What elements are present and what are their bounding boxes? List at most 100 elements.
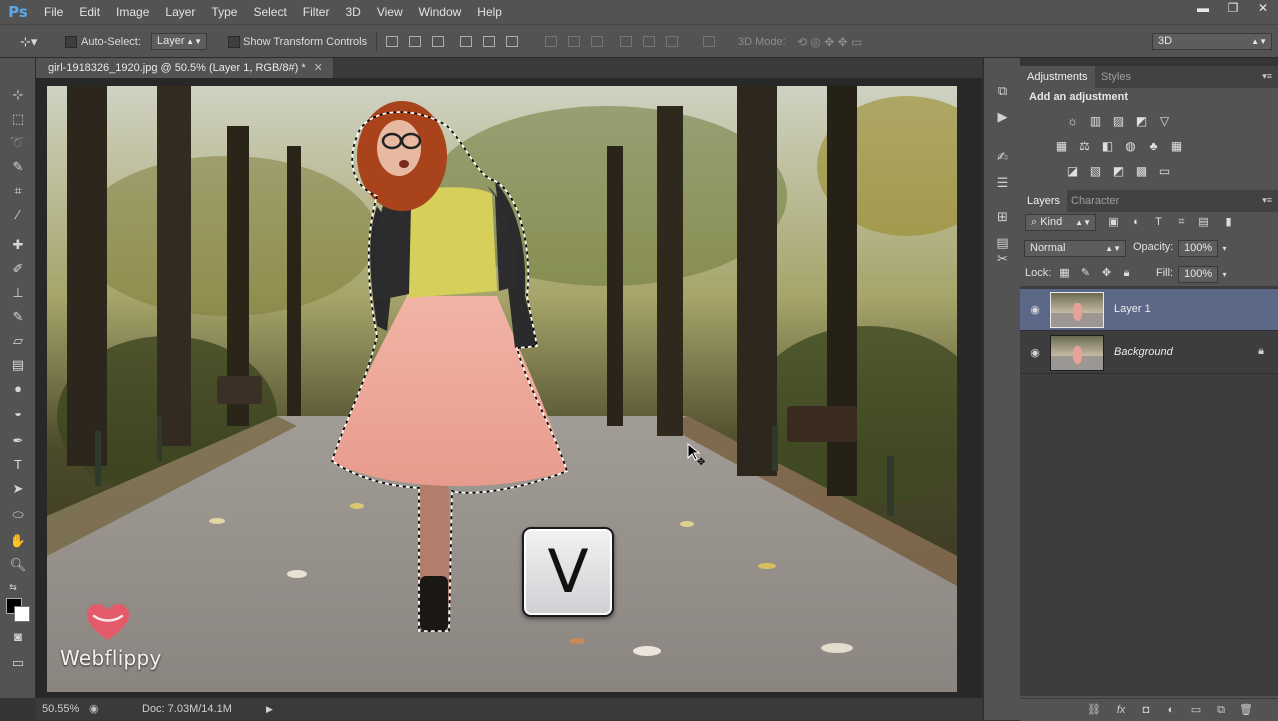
clone-stamp-tool-icon[interactable]: ⊥ (9, 284, 27, 302)
fill-field[interactable]: 100% (1178, 266, 1218, 283)
menu-help[interactable]: Help (469, 0, 510, 24)
add-mask-icon[interactable]: ◘ (1139, 703, 1153, 717)
ellipse-tool-icon[interactable]: ⬭ (9, 506, 27, 524)
auto-select-dropdown[interactable]: Layer ▲▼ (151, 33, 207, 50)
lock-transparent-pixels-icon[interactable]: ▦ (1058, 267, 1071, 280)
exposure-icon[interactable]: ◩ (1134, 115, 1149, 128)
tab-layers[interactable]: Layers (1020, 190, 1068, 212)
minimize-button[interactable]: ▬ (1188, 0, 1218, 18)
posterize-icon[interactable]: ▧ (1088, 165, 1103, 178)
move-tool-icon[interactable]: ⊹ (9, 86, 27, 104)
filter-type-icon[interactable]: T (1152, 216, 1165, 229)
align-vertical-center-icon[interactable] (409, 36, 421, 47)
distribute-horizontal-icon[interactable] (643, 36, 655, 47)
filter-smart-object-icon[interactable]: ▤ (1197, 216, 1210, 229)
filter-shape-icon[interactable]: ⌗ (1175, 216, 1188, 229)
layer-row-layer-1[interactable]: ◉ Layer 1 (1020, 289, 1278, 331)
clone-source-icon[interactable]: ⊞ (994, 208, 1011, 225)
align-top-icon[interactable] (386, 36, 398, 47)
color-balance-icon[interactable]: ⚖ (1077, 140, 1092, 153)
eyedropper-tool-icon[interactable]: ⁄ (9, 206, 27, 224)
quick-selection-tool-icon[interactable]: ✎ (9, 158, 27, 176)
layer-filter-dropdown[interactable]: ⌕ Kind ▲▼ (1025, 214, 1096, 231)
crop-tool-icon[interactable]: ⌗ (9, 182, 27, 200)
preview-icon[interactable]: ◉ (89, 698, 99, 720)
layer-row-background[interactable]: ◉ Background 🔒︎ (1020, 332, 1278, 374)
black-white-icon[interactable]: ◧ (1100, 140, 1115, 153)
align-right-icon[interactable] (506, 36, 518, 47)
levels-icon[interactable]: ▥ (1088, 115, 1103, 128)
curves-icon[interactable]: ▨ (1111, 115, 1126, 128)
menu-edit[interactable]: Edit (71, 0, 108, 24)
document-tab[interactable]: girl-1918326_1920.jpg @ 50.5% (Layer 1, … (36, 58, 333, 78)
history-brush-tool-icon[interactable]: ✎ (9, 308, 27, 326)
move-tool-preset-icon[interactable]: ⊹▾ (20, 34, 37, 50)
type-tool-icon[interactable]: T (9, 456, 27, 474)
zoom-tool-icon[interactable]: 🔍︎ (9, 556, 27, 574)
fill-slider-arrow-icon[interactable]: ▾ (1218, 268, 1231, 281)
menu-file[interactable]: File (36, 0, 71, 24)
align-bottom-icon[interactable] (432, 36, 444, 47)
healing-brush-tool-icon[interactable]: ✚ (9, 236, 27, 254)
distribute-right-icon[interactable] (666, 36, 678, 47)
brush-tool-icon[interactable]: ✐ (9, 260, 27, 278)
gradient-tool-icon[interactable]: ▤ (9, 356, 27, 374)
link-layers-icon[interactable]: ⛓ (1087, 703, 1101, 717)
visibility-eye-icon[interactable]: ◉ (1028, 303, 1042, 316)
distribute-left-icon[interactable] (620, 36, 632, 47)
brightness-contrast-icon[interactable]: ☼ (1065, 115, 1080, 128)
auto-select-checkbox[interactable] (65, 36, 77, 48)
tool-presets-icon[interactable]: ✂ (994, 250, 1011, 267)
visibility-eye-icon[interactable]: ◉ (1028, 346, 1042, 359)
menu-type[interactable]: Type (203, 0, 245, 24)
distribute-top-icon[interactable] (545, 36, 557, 47)
opacity-slider-arrow-icon[interactable]: ▾ (1218, 242, 1231, 255)
new-layer-icon[interactable]: ⧉ (1214, 703, 1228, 717)
opacity-field[interactable]: 100% (1178, 240, 1218, 257)
lock-all-icon[interactable]: 🔒︎ (1120, 267, 1133, 280)
lock-position-icon[interactable]: ✥ (1100, 267, 1113, 280)
history-panel-icon[interactable]: ⧉ (994, 82, 1011, 99)
zoom-level[interactable]: 50.55% (42, 698, 79, 720)
auto-align-icon[interactable] (703, 36, 715, 47)
tab-character[interactable]: Character (1064, 190, 1126, 212)
distribute-center-icon[interactable] (568, 36, 580, 47)
path-selection-tool-icon[interactable]: ➤ (9, 480, 27, 498)
lock-image-pixels-icon[interactable]: ✎ (1079, 267, 1092, 280)
filter-pixel-icon[interactable]: ▣ (1107, 216, 1120, 229)
workspace-dropdown[interactable]: 3D ▲▼ (1152, 33, 1272, 50)
properties-panel-icon[interactable]: ▤ (994, 234, 1011, 251)
color-lookup-icon[interactable]: ▦ (1169, 140, 1184, 153)
selective-color-icon[interactable]: ▩ (1134, 165, 1149, 178)
filter-adjustment-icon[interactable]: ◐ (1130, 216, 1143, 229)
blur-tool-icon[interactable]: ● (9, 380, 27, 398)
blend-mode-dropdown[interactable]: Normal ▲▼ (1024, 240, 1126, 257)
align-horizontal-center-icon[interactable] (483, 36, 495, 47)
channel-mixer-icon[interactable]: ♣ (1146, 140, 1161, 153)
tab-styles[interactable]: Styles (1094, 66, 1138, 88)
pen-tool-icon[interactable]: ✒ (9, 432, 27, 450)
delete-layer-icon[interactable]: 🗑︎ (1239, 703, 1253, 717)
vibrance-icon[interactable]: ▽ (1157, 115, 1172, 128)
menu-view[interactable]: View (369, 0, 411, 24)
menu-3d[interactable]: 3D (337, 0, 368, 24)
filter-toggle-icon[interactable]: ▮ (1222, 216, 1235, 229)
menu-image[interactable]: Image (108, 0, 157, 24)
new-group-icon[interactable]: ▭ (1189, 703, 1203, 717)
swap-colors-icon[interactable]: ⇆ (4, 578, 22, 596)
screen-mode-icon[interactable]: ▭ (9, 654, 27, 672)
gradient-map-icon[interactable]: ▭ (1157, 165, 1172, 178)
brush-presets-icon[interactable]: ☰ (994, 174, 1011, 191)
menu-select[interactable]: Select (245, 0, 294, 24)
invert-icon[interactable]: ◪ (1065, 165, 1080, 178)
restore-button[interactable]: ❐ (1218, 0, 1248, 18)
hand-tool-icon[interactable]: ✋ (9, 532, 27, 550)
hue-saturation-icon[interactable]: ▦ (1054, 140, 1069, 153)
status-menu-arrow-icon[interactable]: ▶ (266, 698, 273, 720)
brush-panel-icon[interactable]: ✍ (994, 148, 1011, 165)
dodge-tool-icon[interactable]: ◒ (9, 404, 27, 422)
actions-panel-icon[interactable]: ▶ (994, 108, 1011, 125)
marquee-tool-icon[interactable]: ⬚ (9, 110, 27, 128)
panel-menu-icon[interactable]: ▾≡ (1262, 71, 1272, 82)
menu-layer[interactable]: Layer (157, 0, 203, 24)
